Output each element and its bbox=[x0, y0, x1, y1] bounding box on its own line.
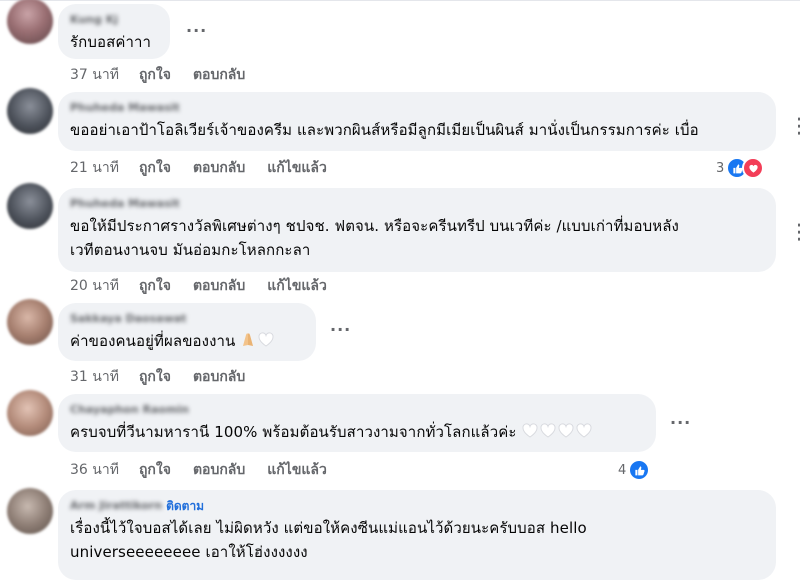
comment-text: ครบจบที่วีนามหารานี 100% พร้อมต้อนรับสาว… bbox=[70, 420, 642, 445]
comment-author[interactable]: Phuheda Mawasit bbox=[70, 197, 762, 211]
comment-bubble: Phuheda Mawasit ขอให้มีประกาศรางวัลพิเศษ… bbox=[58, 188, 776, 272]
comment-time[interactable]: 20 นาที bbox=[70, 275, 119, 297]
avatar[interactable] bbox=[7, 0, 53, 44]
avatar[interactable] bbox=[7, 299, 53, 345]
comment-actions: 20 นาที ถูกใจ ตอบกลับ แก้ไขแล้ว bbox=[70, 276, 349, 296]
comment-time[interactable]: 31 นาที bbox=[70, 366, 119, 388]
comment-text: ค่าของคนอยู่ที่ผลของงาน bbox=[70, 329, 302, 354]
reaction-count: 3 bbox=[716, 160, 725, 176]
avatar[interactable] bbox=[7, 488, 53, 534]
edited-label[interactable]: แก้ไขแล้ว bbox=[267, 157, 327, 179]
comment-author[interactable]: Phuheda Mawasit bbox=[70, 101, 762, 115]
praying-hands-icon bbox=[239, 330, 257, 354]
comment-bubble: Kung Kj รักบอสค่าาา bbox=[58, 4, 170, 59]
reply-button[interactable]: ตอบกลับ bbox=[193, 157, 245, 179]
more-options-icon[interactable]: ··· bbox=[670, 415, 694, 432]
comment-header: Arm Jirattikorn ติดตาม bbox=[70, 499, 762, 513]
avatar[interactable] bbox=[7, 88, 53, 134]
more-options-icon[interactable]: ··· bbox=[330, 322, 354, 339]
comment-bubble: Chayaphon Raomin ครบจบที่วีนามหารานี 100… bbox=[58, 394, 656, 452]
reply-button[interactable]: ตอบกลับ bbox=[193, 459, 245, 481]
comment-text: ขออย่าเอาป้าโอลิเวียร์เจ้าของครีม และพวก… bbox=[70, 121, 699, 139]
comment-text: ขอให้มีประกาศรางวัลพิเศษต่างๆ ชปจช. ฟตจน… bbox=[70, 217, 679, 259]
comment-actions: 31 นาที ถูกใจ ตอบกลับ bbox=[70, 367, 267, 387]
more-options-icon[interactable]: ··· bbox=[186, 23, 210, 40]
comment-actions: 36 นาที ถูกใจ ตอบกลับ แก้ไขแล้ว bbox=[70, 460, 349, 480]
comment-bubble: Phuheda Mawasit ขออย่าเอาป้าโอลิเวียร์เจ… bbox=[58, 92, 776, 151]
white-heart-icon bbox=[539, 421, 557, 445]
comment-bubble: Sakkaya Daosawat ค่าของคนอยู่ที่ผลของงาน bbox=[58, 303, 316, 361]
comment-bubble: Arm Jirattikorn ติดตาม เรื่องนี้ไว้ใจบอส… bbox=[58, 490, 776, 580]
comment-text: เรื่องนี้ไว้ใจบอสได้เลย ไม่ผิดหวัง แต่ขอ… bbox=[70, 519, 587, 561]
more-options-icon[interactable]: ··· bbox=[788, 116, 800, 137]
reply-button[interactable]: ตอบกลับ bbox=[193, 64, 245, 86]
reply-button[interactable]: ตอบกลับ bbox=[193, 275, 245, 297]
white-heart-icon bbox=[575, 421, 593, 445]
like-button[interactable]: ถูกใจ bbox=[139, 275, 171, 297]
love-icon bbox=[742, 157, 765, 179]
reply-button[interactable]: ตอบกลับ bbox=[193, 366, 245, 388]
comment-time[interactable]: 37 นาที bbox=[70, 64, 119, 86]
follow-button[interactable]: ติดตาม bbox=[166, 497, 204, 516]
comment-text: รักบอสค่าาา bbox=[70, 33, 152, 51]
like-button[interactable]: ถูกใจ bbox=[139, 366, 171, 388]
comment-actions: 37 นาที ถูกใจ ตอบกลับ bbox=[70, 65, 267, 85]
comment-time[interactable]: 21 นาที bbox=[70, 157, 119, 179]
avatar[interactable] bbox=[7, 183, 53, 229]
top-divider bbox=[0, 0, 800, 1]
white-heart-icon bbox=[521, 421, 539, 445]
comment-author[interactable]: Chayaphon Raomin bbox=[70, 403, 642, 417]
avatar[interactable] bbox=[7, 390, 53, 436]
comment-author[interactable]: Arm Jirattikorn bbox=[70, 499, 162, 513]
white-heart-icon bbox=[257, 330, 275, 354]
edited-label[interactable]: แก้ไขแล้ว bbox=[267, 275, 327, 297]
comment-actions: 21 นาที ถูกใจ ตอบกลับ แก้ไขแล้ว bbox=[70, 158, 349, 178]
comment-time[interactable]: 36 นาที bbox=[70, 459, 119, 481]
white-heart-icon bbox=[557, 421, 575, 445]
more-options-icon[interactable]: ··· bbox=[788, 222, 800, 243]
comment-author[interactable]: Kung Kj bbox=[70, 13, 156, 27]
reaction-summary[interactable]: 4 bbox=[618, 459, 651, 481]
like-button[interactable]: ถูกใจ bbox=[139, 157, 171, 179]
like-icon bbox=[628, 459, 651, 481]
like-button[interactable]: ถูกใจ bbox=[139, 64, 171, 86]
reaction-count: 4 bbox=[618, 462, 627, 478]
comment-author[interactable]: Sakkaya Daosawat bbox=[70, 312, 302, 326]
edited-label[interactable]: แก้ไขแล้ว bbox=[267, 459, 327, 481]
reaction-summary[interactable]: 3 bbox=[716, 157, 765, 179]
like-button[interactable]: ถูกใจ bbox=[139, 459, 171, 481]
